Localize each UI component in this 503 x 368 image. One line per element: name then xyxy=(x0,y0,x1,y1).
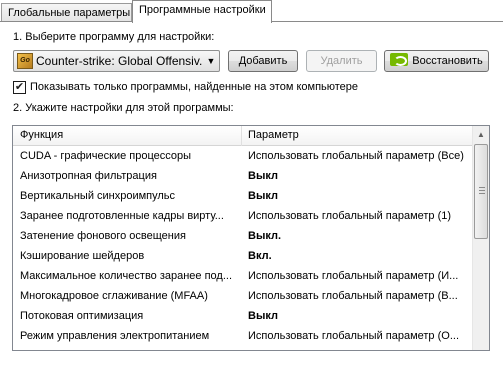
row-function: Потоковая оптимизация xyxy=(20,310,144,322)
vertical-scrollbar[interactable]: ▲ xyxy=(472,126,489,350)
grip-line xyxy=(479,187,485,188)
row-function: Вертикальный синхроимпульс xyxy=(20,190,176,202)
table-row[interactable]: Анизотропная фильтрация Выкл xyxy=(13,167,479,187)
tab-strip: Глобальные параметры Программные настрой… xyxy=(0,0,503,23)
tab-global-settings[interactable]: Глобальные параметры xyxy=(1,3,132,22)
restore-button-label: Восстановить xyxy=(412,55,483,67)
row-value: Выкл xyxy=(248,310,278,322)
grip-line xyxy=(479,190,485,191)
row-function: Затенение фонового освещения xyxy=(20,230,186,242)
table-row[interactable]: Заранее подготовленные кадры вирту... Ис… xyxy=(13,207,479,227)
table-row[interactable]: Вертикальный синхроимпульс Выкл xyxy=(13,187,479,207)
program-select[interactable]: Go Counter-strike: Global Offensiv... ▼ xyxy=(13,50,220,72)
row-function: Многокадровое сглаживание (MFAA) xyxy=(20,290,208,302)
row-value: Использовать глобальный параметр (В... xyxy=(248,290,458,302)
add-program-button[interactable]: Добавить xyxy=(228,50,298,72)
column-header-function[interactable]: Функция xyxy=(20,129,63,141)
column-header-parameter[interactable]: Параметр xyxy=(248,129,299,141)
row-value: Выкл xyxy=(248,190,278,202)
step2-label: 2. Укажите настройки для этой программы: xyxy=(13,102,234,114)
row-function: Заранее подготовленные кадры вирту... xyxy=(20,210,224,222)
table-row[interactable]: Максимальное количество заранее под... И… xyxy=(13,267,479,287)
row-value: Использовать глобальный параметр (Все) xyxy=(248,150,464,162)
csgo-icon: Go xyxy=(17,53,33,69)
table-row[interactable]: Кэширование шейдеров Вкл. xyxy=(13,247,479,267)
row-value: Выкл xyxy=(248,170,278,182)
row-function: Анизотропная фильтрация xyxy=(20,170,157,182)
table-row[interactable]: CUDA - графические процессоры Использова… xyxy=(13,147,479,167)
show-found-programs-label: Показывать только программы, найденные н… xyxy=(30,81,359,93)
table-row[interactable]: Затенение фонового освещения Выкл. xyxy=(13,227,479,247)
row-function: CUDA - графические процессоры xyxy=(20,150,192,162)
row-function: Режим управления электропитанием xyxy=(20,330,210,342)
column-divider[interactable] xyxy=(241,126,242,146)
grip-line xyxy=(479,193,485,194)
row-value: Использовать глобальный параметр (И... xyxy=(248,270,459,282)
scrollbar-thumb[interactable] xyxy=(474,144,488,239)
table-row[interactable]: Многокадровое сглаживание (MFAA) Использ… xyxy=(13,287,479,307)
settings-grid[interactable]: Функция Параметр CUDA - графические проц… xyxy=(12,125,490,351)
table-row[interactable]: Потоковая оптимизация Выкл xyxy=(13,307,479,327)
tab-global-settings-label: Глобальные параметры xyxy=(8,7,131,19)
program-select-value: Counter-strike: Global Offensiv... xyxy=(36,54,203,68)
tab-program-settings-label: Программные настройки xyxy=(139,4,266,16)
row-function: Максимальное количество заранее под... xyxy=(20,270,233,282)
nvidia-icon xyxy=(390,53,409,66)
restore-button[interactable]: Восстановить xyxy=(384,50,489,72)
row-function: Кэширование шейдеров xyxy=(20,250,145,262)
row-value: Выкл. xyxy=(248,230,282,242)
row-value: Использовать глобальный параметр (О... xyxy=(248,330,459,342)
tab-program-settings[interactable]: Программные настройки xyxy=(132,0,272,23)
remove-program-button[interactable]: Удалить xyxy=(306,50,377,72)
chevron-down-icon[interactable]: ▼ xyxy=(203,56,219,66)
table-row[interactable]: Режим управления электропитанием Использ… xyxy=(13,327,479,347)
scroll-up-icon[interactable]: ▲ xyxy=(473,126,489,143)
grid-header: Функция Параметр xyxy=(13,126,479,146)
row-value: Вкл. xyxy=(248,250,272,262)
row-value: Использовать глобальный параметр (1) xyxy=(248,210,452,222)
show-found-programs-checkbox[interactable]: ✔ xyxy=(13,81,26,94)
step1-label: 1. Выберите программу для настройки: xyxy=(13,31,215,43)
